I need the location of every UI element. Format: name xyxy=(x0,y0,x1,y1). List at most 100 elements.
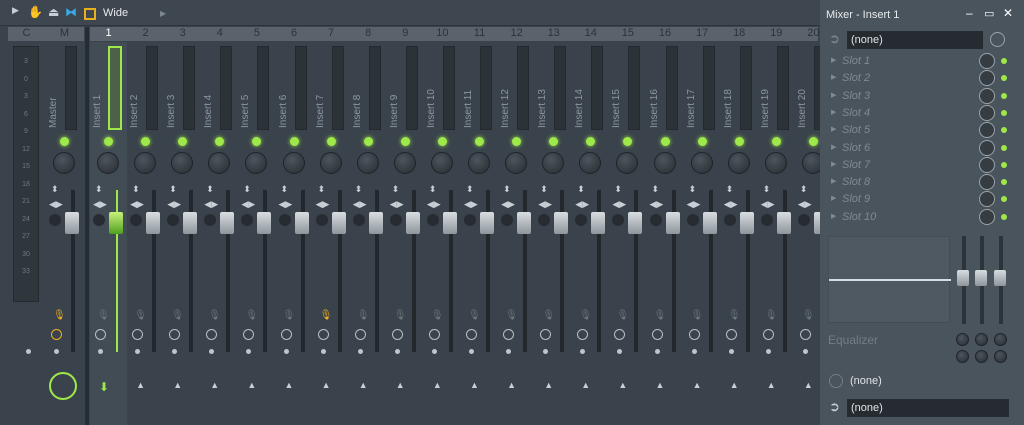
maximize-icon[interactable]: ▭ xyxy=(984,7,994,20)
stereo-sep-knob[interactable] xyxy=(278,214,291,226)
insert-strip[interactable]: Insert 6 ⬍ ◀▶ 🎙 ▲ xyxy=(276,42,313,425)
close-icon[interactable]: ✕ xyxy=(1003,6,1013,20)
latency-clock-icon[interactable] xyxy=(206,329,218,340)
time-select[interactable]: (none) xyxy=(850,375,882,387)
volume-fader[interactable] xyxy=(257,212,272,234)
volume-fader[interactable] xyxy=(442,212,457,234)
insert-number[interactable]: 13 xyxy=(535,27,572,39)
pan-knob[interactable] xyxy=(171,152,194,174)
stereo-icon[interactable]: ⬍ xyxy=(318,184,326,195)
slot-mix-knob[interactable] xyxy=(979,208,995,225)
stereo-icon[interactable]: ⬍ xyxy=(132,184,140,195)
route-dot[interactable] xyxy=(135,349,141,354)
volume-fader[interactable] xyxy=(331,212,346,234)
record-arm-icon[interactable]: 🎙 xyxy=(728,310,741,321)
insert-strip[interactable]: Insert 18 ⬍ ◀▶ 🎙 ▲ xyxy=(721,42,758,425)
swap-icon[interactable]: ◀▶ xyxy=(316,199,330,210)
swap-icon[interactable]: ◀▶ xyxy=(575,199,589,210)
stereo-icon[interactable]: ⬍ xyxy=(429,184,437,195)
fx-slot[interactable]: ▶ Slot 9 xyxy=(828,191,1018,208)
insert-enable-led[interactable] xyxy=(623,137,633,146)
eq-high-fader[interactable] xyxy=(994,270,1006,286)
insert-enable-led[interactable] xyxy=(104,137,113,146)
route-dot[interactable] xyxy=(246,349,252,354)
slot-mix-knob[interactable] xyxy=(979,122,995,139)
stereo-icon[interactable]: ⬍ xyxy=(392,184,400,195)
volume-fader[interactable] xyxy=(739,212,754,234)
output-select[interactable]: (none) xyxy=(847,399,1009,417)
slot-enable-led[interactable] xyxy=(1001,75,1007,82)
insert-enable-led[interactable] xyxy=(178,137,188,146)
insert-enable-led[interactable] xyxy=(697,137,707,146)
stereo-icon[interactable]: ⬍ xyxy=(800,184,808,195)
slot-enable-led[interactable] xyxy=(1001,144,1007,151)
stereo-icon[interactable]: ⬍ xyxy=(206,184,214,195)
stereo-sep-knob[interactable] xyxy=(538,214,551,226)
slot-arrow-icon[interactable]: ▶ xyxy=(831,143,836,151)
eq-mid-fader[interactable] xyxy=(975,270,987,286)
master-volume-fader[interactable] xyxy=(65,212,79,234)
route-arrow-icon[interactable]: ▲ xyxy=(507,380,516,390)
route-dot[interactable] xyxy=(691,349,697,354)
swap-icon[interactable]: ◀▶ xyxy=(687,199,701,210)
route-arrow-icon[interactable]: ▲ xyxy=(544,380,553,390)
route-dot[interactable] xyxy=(283,349,289,354)
volume-fader[interactable] xyxy=(183,212,198,234)
insert-strip[interactable]: Insert 5 ⬍ ◀▶ 🎙 ▲ xyxy=(238,42,275,425)
slot-arrow-icon[interactable]: ▶ xyxy=(831,56,836,64)
upload-icon[interactable]: ⏏ xyxy=(48,5,59,19)
insert-strip[interactable]: Insert 17 ⬍ ◀▶ 🎙 ▲ xyxy=(684,42,721,425)
swap-icon[interactable]: ◀▶ xyxy=(427,199,441,210)
route-dot[interactable] xyxy=(543,349,549,354)
record-arm-icon[interactable]: 🎙 xyxy=(431,310,444,321)
insert-number[interactable]: 18 xyxy=(721,27,758,39)
insert-enable-led[interactable] xyxy=(141,137,151,146)
route-dot[interactable] xyxy=(765,349,771,354)
route-arrow-icon[interactable]: ⬇ xyxy=(99,380,109,394)
stereo-sep-knob[interactable] xyxy=(167,214,180,226)
stereo-sep-knob[interactable] xyxy=(464,214,476,226)
stereo-sep-knob[interactable] xyxy=(649,214,662,226)
swap-icon[interactable]: ◀▶ xyxy=(538,199,552,210)
slot-enable-led[interactable] xyxy=(1001,179,1007,186)
insert-number[interactable]: 16 xyxy=(647,27,684,39)
eq-high-bw-knob[interactable] xyxy=(994,350,1007,363)
stereo-icon[interactable]: ⬍ xyxy=(614,184,622,195)
route-dot[interactable] xyxy=(357,349,363,354)
pan-knob[interactable] xyxy=(542,152,565,174)
stereo-icon[interactable]: ⬍ xyxy=(243,184,251,195)
route-wire-knob[interactable] xyxy=(49,372,77,400)
route-arrow-icon[interactable]: ▲ xyxy=(767,380,776,390)
latency-clock-icon[interactable] xyxy=(391,329,403,340)
record-arm-icon[interactable]: 🎙 xyxy=(691,310,704,321)
latency-clock-icon[interactable] xyxy=(132,329,144,340)
stereo-icon[interactable]: ⬍ xyxy=(652,184,660,195)
eq-low-fader[interactable] xyxy=(957,270,969,286)
route-arrow-icon[interactable]: ▲ xyxy=(618,380,627,390)
latency-clock-icon[interactable] xyxy=(540,329,552,340)
fx-slot[interactable]: ▶ Slot 8 xyxy=(828,174,1018,191)
slot-arrow-icon[interactable]: ▶ xyxy=(831,194,836,202)
volume-fader[interactable] xyxy=(109,212,123,234)
slot-mix-knob[interactable] xyxy=(979,156,995,173)
stereo-sep-knob[interactable] xyxy=(315,214,328,226)
route-dot[interactable] xyxy=(394,349,400,354)
insert-enable-led[interactable] xyxy=(734,137,744,146)
slot-arrow-icon[interactable]: ▶ xyxy=(831,73,836,81)
master-led[interactable] xyxy=(60,137,69,146)
route-dot[interactable] xyxy=(54,349,59,354)
stereo-sep-knob[interactable] xyxy=(241,214,254,226)
route-dot[interactable] xyxy=(320,349,326,354)
eq-high-freq-knob[interactable] xyxy=(994,333,1007,346)
stereo-sep-knob[interactable] xyxy=(686,214,699,226)
record-arm-icon[interactable]: 🎙 xyxy=(505,310,518,321)
route-dot[interactable] xyxy=(172,349,178,354)
route-dot[interactable] xyxy=(98,349,103,354)
insert-number[interactable]: 8 xyxy=(350,27,387,39)
stereo-icon[interactable]: ⬍ xyxy=(466,184,474,195)
insert-strip[interactable]: Insert 4 ⬍ ◀▶ 🎙 ▲ xyxy=(201,42,238,425)
volume-fader[interactable] xyxy=(405,212,420,234)
master-sep-knob[interactable] xyxy=(49,214,61,226)
record-arm-icon[interactable]: 🎙 xyxy=(579,310,592,321)
volume-fader[interactable] xyxy=(628,212,643,234)
